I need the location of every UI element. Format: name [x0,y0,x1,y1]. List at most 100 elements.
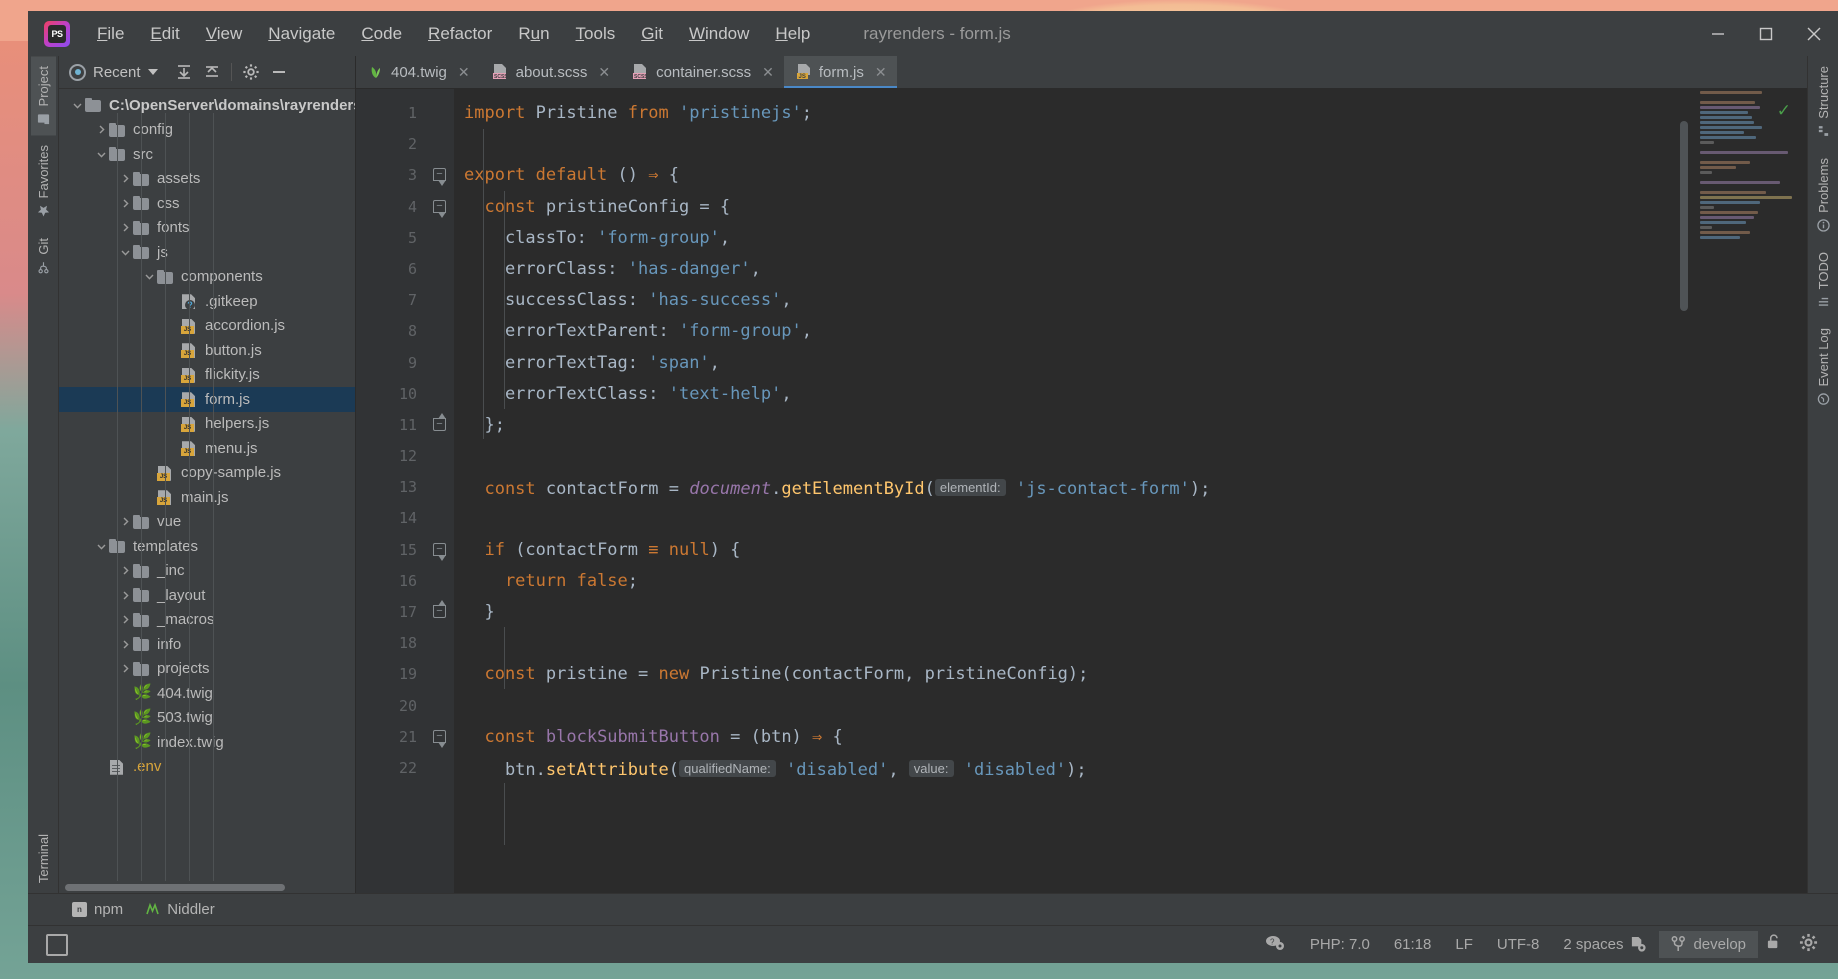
tool-tab-event-log[interactable]: Event Log [1811,318,1836,416]
fold-open-icon[interactable]: − [433,199,446,218]
fold-slot[interactable] [426,441,454,472]
tree-node[interactable]: 404.twig [59,681,355,706]
status-indentation[interactable]: 2 spaces [1551,936,1659,953]
tree-node[interactable]: button.js [59,338,355,363]
menu-window[interactable]: Window [676,20,762,48]
code-line[interactable]: const contactForm = document.getElementB… [454,472,1657,503]
fold-close-icon[interactable]: − [433,412,446,431]
code-line[interactable]: errorClass: 'has-danger', [454,254,1657,285]
close-tab-icon[interactable]: ✕ [875,64,887,81]
fold-slot[interactable]: − [426,160,454,191]
code-line[interactable]: errorTextParent: 'form-group', [454,316,1657,347]
inspection-status-icon[interactable]: ? [1252,934,1298,956]
editor-tab-form-js[interactable]: JS form.js ✕ [783,56,897,88]
fold-slot[interactable] [426,254,454,285]
chevron-down-icon[interactable] [141,271,157,282]
settings-button[interactable] [237,59,265,86]
code-line[interactable]: export default () ⇒ { [454,160,1657,191]
chevron-right-icon[interactable] [117,222,133,233]
tree-node[interactable]: fonts [59,216,355,241]
tree-node[interactable]: helpers.js [59,412,355,437]
code-line[interactable] [454,691,1657,722]
code-line[interactable]: return false; [454,566,1657,597]
fold-slot[interactable]: − [426,722,454,753]
close-button[interactable] [1790,11,1838,56]
bottom-tool-npm[interactable]: n npm [72,901,123,918]
code-line[interactable] [454,129,1657,160]
fold-slot[interactable] [426,223,454,254]
code-text-area[interactable]: import Pristine from 'pristinejs'; expor… [454,89,1657,893]
tool-tab-favorites[interactable]: Favorites [31,135,56,227]
tree-node[interactable]: js [59,240,355,265]
menu-view[interactable]: View [193,20,256,48]
fold-slot[interactable] [426,98,454,129]
fold-slot[interactable]: − [426,410,454,441]
menu-navigate[interactable]: Navigate [255,20,348,48]
menu-refactor[interactable]: Refactor [415,20,505,48]
menu-tools[interactable]: Tools [563,20,629,48]
tree-node[interactable]: assets [59,167,355,192]
close-tab-icon[interactable]: ✕ [458,64,470,81]
maximize-button[interactable] [1742,11,1790,56]
tree-node[interactable]: form.js [59,387,355,412]
menu-help[interactable]: Help [762,20,823,48]
fold-slot[interactable] [426,285,454,316]
chevron-right-icon[interactable] [117,590,133,601]
code-line[interactable]: } [454,597,1657,628]
fold-slot[interactable]: − [426,597,454,628]
tree-node[interactable]: menu.js [59,436,355,461]
tree-node[interactable]: accordion.js [59,314,355,339]
tool-tab-terminal[interactable]: Terminal [31,824,56,893]
tool-tab-project[interactable]: Project [30,56,56,136]
menu-edit[interactable]: Edit [137,20,192,48]
tree-node[interactable]: main.js [59,485,355,510]
bottom-tool-niddler[interactable]: Niddler [145,901,215,918]
tree-node[interactable]: index.twig [59,730,355,755]
tree-node[interactable]: 503.twig [59,706,355,731]
scope-selector[interactable]: Recent [65,62,164,83]
fold-slot[interactable] [426,566,454,597]
menu-code[interactable]: Code [348,20,415,48]
status-file-encoding[interactable]: UTF-8 [1485,936,1552,953]
code-line[interactable]: }; [454,410,1657,441]
toggle-toolwindows-icon[interactable] [46,933,68,956]
fold-slot[interactable] [426,379,454,410]
tree-node[interactable]: C:\OpenServer\domains\rayrenders [59,93,355,118]
code-folding-gutter[interactable]: − − − − − − [426,89,454,893]
chevron-down-icon[interactable] [93,149,109,160]
tool-tab-structure[interactable]: Structure [1811,56,1836,148]
tree-node[interactable]: _layout [59,583,355,608]
code-line[interactable] [454,628,1657,659]
fold-open-icon[interactable]: − [433,542,446,561]
code-line[interactable]: if (contactForm ≡ null) { [454,535,1657,566]
tool-tab-todo[interactable]: TODO [1811,242,1836,318]
code-line[interactable]: const pristineConfig = { [454,192,1657,223]
tree-horizontal-scrollbar[interactable] [59,881,355,893]
tree-node[interactable]: src [59,142,355,167]
tree-node[interactable]: copy-sample.js [59,461,355,486]
fold-slot[interactable] [426,659,454,690]
code-line[interactable]: classTo: 'form-group', [454,223,1657,254]
menu-git[interactable]: Git [628,20,676,48]
code-line[interactable] [454,503,1657,534]
fold-slot[interactable] [426,129,454,160]
tree-node[interactable]: .gitkeep [59,289,355,314]
code-line[interactable] [454,441,1657,472]
fold-open-icon[interactable]: − [433,729,446,748]
menu-run[interactable]: Run [505,20,562,48]
tree-node[interactable]: _macros [59,608,355,633]
chevron-right-icon[interactable] [93,124,109,135]
chevron-right-icon[interactable] [117,663,133,674]
tree-node[interactable]: info [59,632,355,657]
editor-tab-404-twig[interactable]: 404.twig ✕ [356,56,480,88]
close-tab-icon[interactable]: ✕ [762,64,774,81]
code-line[interactable]: errorTextClass: 'text-help', [454,379,1657,410]
tree-node[interactable]: vue [59,510,355,535]
chevron-right-icon[interactable] [117,516,133,527]
chevron-right-icon[interactable] [117,173,133,184]
gear-icon[interactable] [1791,933,1826,957]
code-line[interactable]: const pristine = new Pristine(contactFor… [454,659,1657,690]
tree-node[interactable]: .env [59,755,355,780]
fold-slot[interactable] [426,753,454,784]
chevron-down-icon[interactable] [117,247,133,258]
